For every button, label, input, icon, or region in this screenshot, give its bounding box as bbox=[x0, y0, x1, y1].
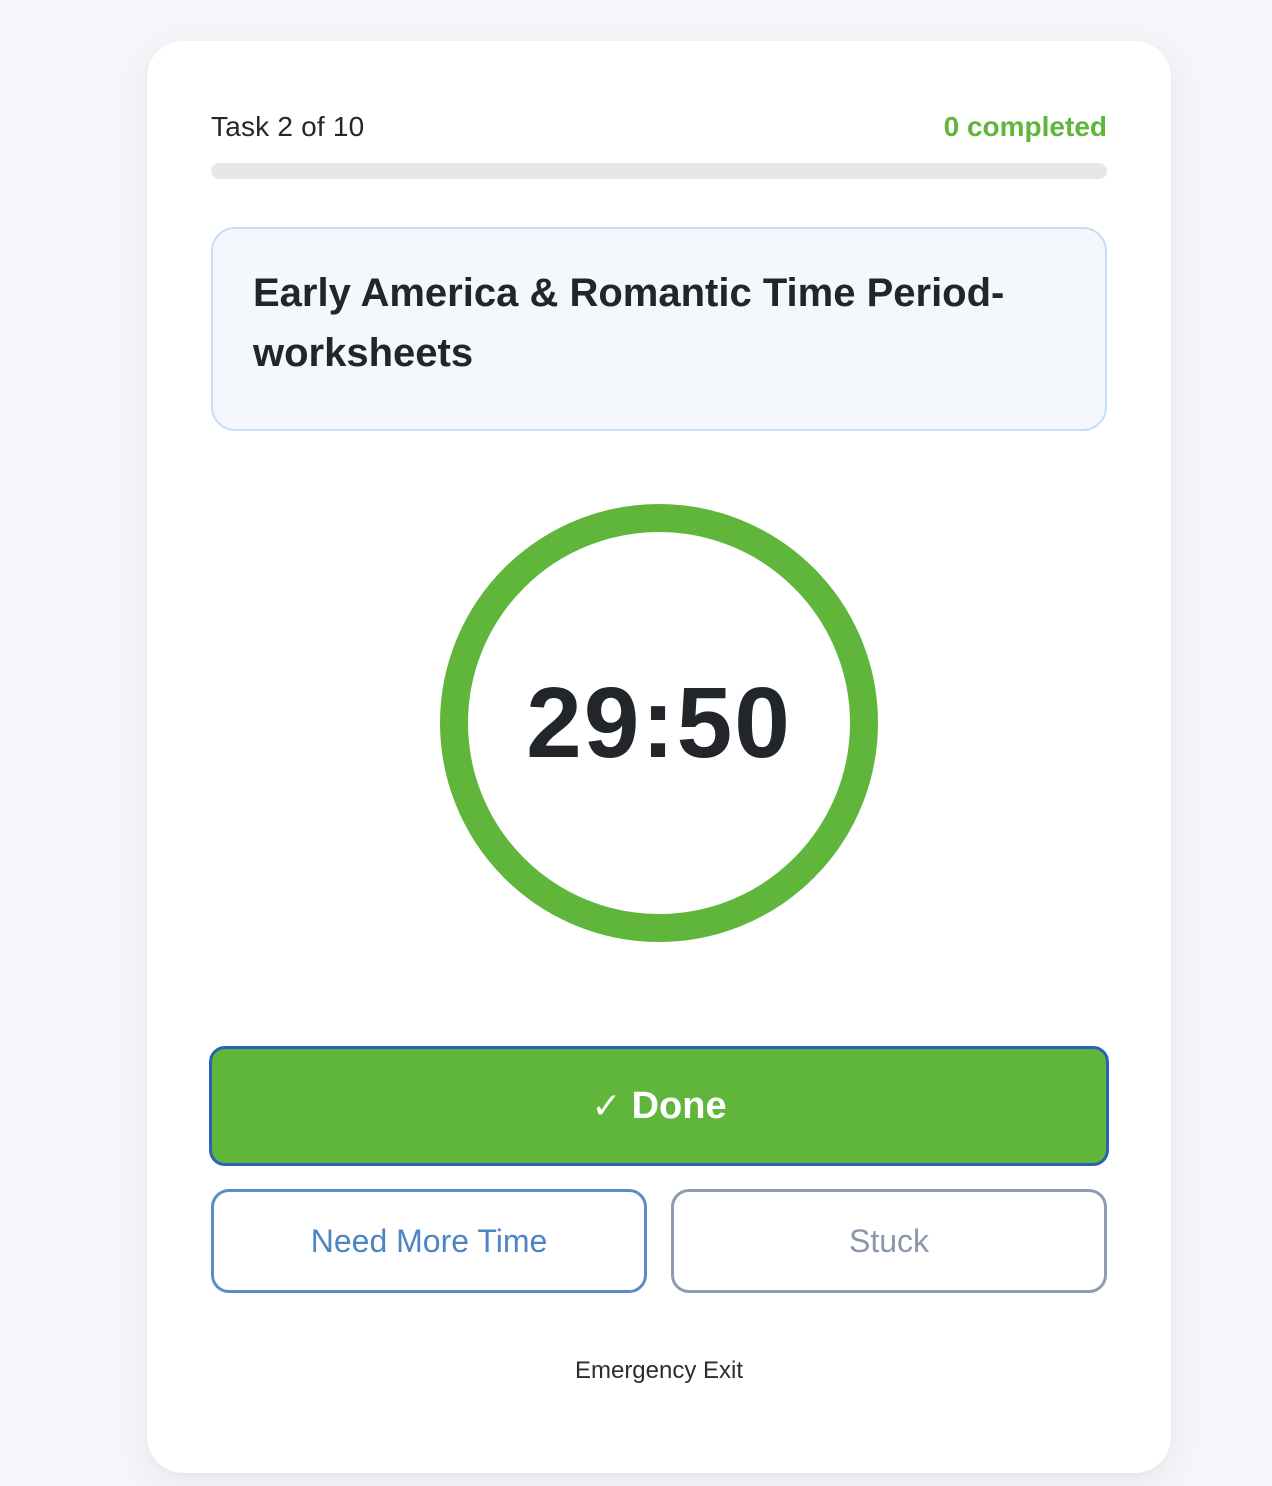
task-header: Task 2 of 10 0 completed bbox=[211, 107, 1107, 147]
emergency-exit-link[interactable]: Emergency Exit bbox=[147, 1357, 1171, 1385]
task-counter: Task 2 of 10 bbox=[211, 111, 365, 142]
completed-count: 0 completed bbox=[943, 111, 1107, 142]
done-button[interactable]: ✓ Done bbox=[209, 1046, 1109, 1166]
checkmark-icon: ✓ bbox=[591, 1085, 622, 1126]
progress-bar bbox=[211, 163, 1107, 179]
need-more-time-button[interactable]: Need More Time bbox=[211, 1189, 647, 1293]
stuck-button[interactable]: Stuck bbox=[671, 1189, 1107, 1293]
countdown-timer: 29:50 bbox=[440, 504, 878, 942]
task-title-box: Early America & Romantic Time Period-wor… bbox=[211, 227, 1107, 431]
task-title: Early America & Romantic Time Period-wor… bbox=[253, 271, 1005, 375]
done-button-label: Done bbox=[631, 1084, 727, 1127]
task-card: Task 2 of 10 0 completed Early America &… bbox=[147, 41, 1171, 1473]
timer-display: 29:50 bbox=[526, 666, 792, 779]
secondary-actions: Need More Time Stuck bbox=[211, 1189, 1107, 1293]
